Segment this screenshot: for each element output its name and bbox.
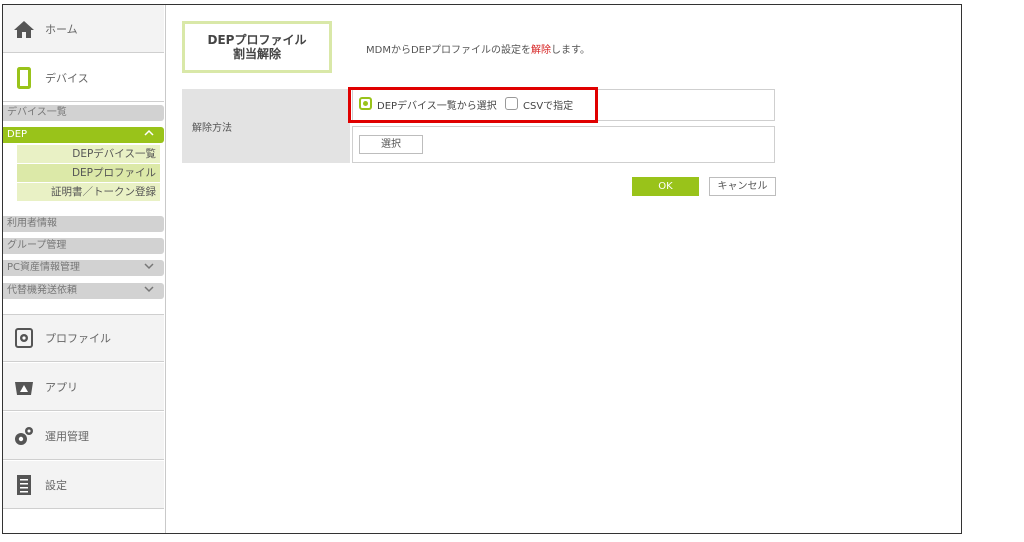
sidebar-item-cert-token[interactable]: 証明書／トークン登録 <box>17 183 160 201</box>
sidebar-item-dep-device-list[interactable]: DEPデバイス一覧 <box>17 145 160 163</box>
nav-device[interactable]: デバイス <box>3 54 164 102</box>
radio-select-from-list[interactable] <box>359 97 372 110</box>
app-icon <box>13 376 35 398</box>
sidebar: ホーム デバイス デバイス一覧 DEP DEPデバイス一覧 DEPプロファイル … <box>3 5 166 533</box>
ok-button[interactable]: OK <box>632 177 699 196</box>
nav-device-label: デバイス <box>45 71 89 85</box>
nav-home[interactable]: ホーム <box>3 5 164 53</box>
sidebar-item-pc-assets[interactable]: PC資産情報管理 <box>3 260 164 276</box>
chevron-down-icon <box>144 260 154 276</box>
sidebar-item-user-info[interactable]: 利用者情報 <box>3 216 164 232</box>
nav-home-label: ホーム <box>45 22 78 36</box>
sidebar-item-device-list[interactable]: デバイス一覧 <box>3 105 164 121</box>
gears-icon <box>13 425 35 447</box>
cancel-button[interactable]: キャンセル <box>709 177 776 196</box>
select-button[interactable]: 選択 <box>359 135 423 154</box>
nav-app[interactable]: アプリ <box>3 363 164 411</box>
chevron-down-icon <box>144 283 154 299</box>
sidebar-item-dep[interactable]: DEP <box>3 127 164 143</box>
nav-settings-label: 設定 <box>45 478 67 492</box>
nav-settings[interactable]: 設定 <box>3 461 164 509</box>
nav-app-label: アプリ <box>45 380 78 394</box>
sidebar-item-replacement[interactable]: 代替機発送依頼 <box>3 283 164 299</box>
profile-gear-icon <box>13 327 35 349</box>
main-content: DEPプロファイル 割当解除 MDMからDEPプロファイルの設定を解除します。 … <box>166 5 961 533</box>
desc-prefix: MDMからDEPプロファイルの設定を <box>366 45 532 56</box>
method-label: 解除方法 <box>182 89 350 163</box>
nav-profile[interactable]: プロファイル <box>3 314 164 362</box>
page-title-line1: DEPプロファイル <box>207 33 307 47</box>
sidebar-item-dep-profile[interactable]: DEPプロファイル <box>17 164 160 182</box>
page-description: MDMからDEPプロファイルの設定を解除します。 <box>366 41 590 56</box>
sidebar-item-pc-assets-label: PC資産情報管理 <box>7 262 81 273</box>
sidebar-item-replacement-label: 代替機発送依頼 <box>7 285 77 296</box>
method-options-row: DEPデバイス一覧から選択 CSVで指定 <box>352 89 775 121</box>
desc-suffix: します。 <box>551 45 591 56</box>
chevron-up-icon <box>144 127 154 143</box>
nav-profile-label: プロファイル <box>45 332 111 345</box>
radio-csv[interactable] <box>505 97 518 110</box>
desc-highlight: 解除 <box>531 45 552 56</box>
nav-operation-label: 運用管理 <box>45 429 89 443</box>
app-frame: ホーム デバイス デバイス一覧 DEP DEPデバイス一覧 DEPプロファイル … <box>2 4 962 534</box>
sidebar-item-group[interactable]: グループ管理 <box>3 238 164 254</box>
select-row: 選択 <box>352 126 775 163</box>
sidebar-item-dep-label: DEP <box>7 129 28 140</box>
nav-operation[interactable]: 運用管理 <box>3 412 164 460</box>
radio-select-from-list-label[interactable]: DEPデバイス一覧から選択 <box>377 97 497 112</box>
page-title-line2: 割当解除 <box>232 47 281 61</box>
page-title: DEPプロファイル 割当解除 <box>182 21 332 73</box>
home-icon <box>13 18 35 40</box>
document-icon <box>13 474 35 496</box>
radio-csv-label[interactable]: CSVで指定 <box>523 97 573 112</box>
smartphone-icon <box>13 66 35 89</box>
